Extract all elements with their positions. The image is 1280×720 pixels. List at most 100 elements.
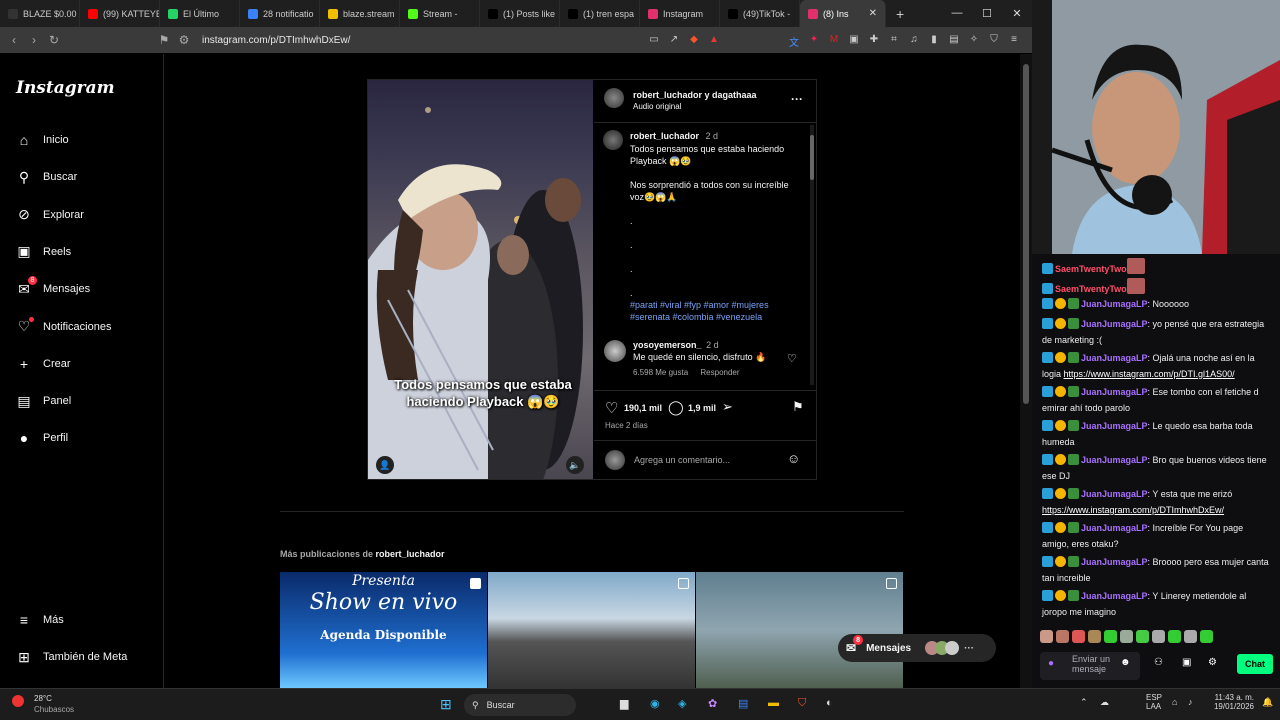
forward-icon[interactable]: › xyxy=(24,33,44,47)
copilot-icon[interactable]: ◈ xyxy=(678,697,686,710)
taskbar-search[interactable]: ⚲ Buscar xyxy=(464,694,576,716)
file-explorer-icon[interactable]: ▆ xyxy=(620,697,628,710)
emote-icon[interactable] xyxy=(1184,630,1197,643)
wallet-icon[interactable]: ▤ xyxy=(945,34,963,46)
chat-username[interactable]: JuanJumagaLP xyxy=(1081,557,1148,567)
extension-box-icon[interactable]: ▣ xyxy=(845,34,863,46)
channel-points-icon[interactable]: ⚇ xyxy=(1154,657,1163,668)
chat-username[interactable]: SaemTwentyTwo xyxy=(1055,264,1127,274)
weather-icon[interactable] xyxy=(12,695,24,707)
comment-input[interactable]: Agrega un comentario... xyxy=(634,455,730,465)
browser-tab[interactable]: Instagram xyxy=(640,0,720,27)
reel-video[interactable]: Todos pensamos que estaba haciendo Playb… xyxy=(368,80,593,479)
screen-cast-icon[interactable]: ▭ xyxy=(645,34,663,46)
extension-code-icon[interactable]: ⌗ xyxy=(885,34,903,46)
emote-icon[interactable] xyxy=(1040,630,1053,643)
brave-shield-icon[interactable]: ◆ xyxy=(685,34,703,46)
emote-icon[interactable] xyxy=(1088,630,1101,643)
app-icon[interactable]: ✿ xyxy=(708,697,717,710)
share-icon[interactable]: ↗ xyxy=(665,34,683,46)
store-icon[interactable]: ▤ xyxy=(738,697,748,710)
instagram-logo[interactable]: Instagram xyxy=(16,78,115,98)
sidebar-item-mensajes[interactable]: ✉ 8 Mensajes xyxy=(16,276,90,297)
volume-icon[interactable]: ♪ xyxy=(1188,697,1193,707)
caption-avatar[interactable] xyxy=(603,130,623,150)
chat-username[interactable]: SaemTwentyTwo xyxy=(1055,284,1127,294)
more-post-thumbnail[interactable] xyxy=(488,572,695,688)
sidebar-item-explorar[interactable]: ⊘ Explorar xyxy=(16,206,84,223)
messages-floating-pill[interactable]: ✉ 8 Mensajes ··· xyxy=(838,634,996,662)
new-tab-button[interactable]: + xyxy=(886,6,914,22)
more-dots-icon[interactable]: ··· xyxy=(964,643,974,654)
emote-icon[interactable] xyxy=(1056,630,1069,643)
brave-browser-icon[interactable]: ⛉ xyxy=(798,697,806,710)
keyboard-lang[interactable]: ESP LAA xyxy=(1146,693,1162,711)
sidebar-item-also-from-meta[interactable]: ⊞ También de Meta xyxy=(16,649,127,665)
chat-username[interactable]: JuanJumagaLP xyxy=(1081,455,1148,465)
sidebar-toggle-icon[interactable]: ▮ xyxy=(925,34,943,46)
tagged-users-icon[interactable]: 👤 xyxy=(376,456,394,474)
scrollbar-thumb[interactable] xyxy=(1023,64,1029,404)
comment-like-icon[interactable]: ♡ xyxy=(787,352,797,365)
close-tab-icon[interactable]: ✕ xyxy=(869,8,877,19)
clock[interactable]: 11:43 a. m. 19/01/2026 xyxy=(1204,693,1254,711)
bookmark-icon[interactable]: ⚑ xyxy=(154,33,174,47)
emote-icon[interactable] xyxy=(1072,630,1085,643)
media-icon[interactable]: ♫ xyxy=(905,34,923,46)
emote-picker-icon[interactable]: ☻ xyxy=(1120,657,1131,668)
chat-username[interactable]: JuanJumagaLP xyxy=(1081,299,1148,309)
more-post-thumbnail[interactable] xyxy=(696,572,903,688)
site-info-icon[interactable]: ⚙ xyxy=(174,33,194,47)
browser-tab[interactable]: blaze.stream xyxy=(320,0,400,27)
reply-button[interactable]: Responder xyxy=(700,368,739,377)
emote-icon[interactable] xyxy=(1152,630,1165,643)
chat-send-button[interactable]: Chat xyxy=(1237,654,1273,674)
chat-username[interactable]: JuanJumagaLP xyxy=(1081,489,1148,499)
weather-temp[interactable]: 28°C xyxy=(34,694,52,703)
emote-icon[interactable] xyxy=(1168,630,1181,643)
close-window-icon[interactable]: ✕ xyxy=(1002,7,1032,20)
browser-tab[interactable]: BLAZE $0.00 xyxy=(0,0,80,27)
sidebar-item-reels[interactable]: ▣ Reels xyxy=(16,243,71,260)
emoji-icon[interactable]: ☺ xyxy=(787,451,800,466)
browser-tab[interactable]: Stream - xyxy=(400,0,480,27)
emote-icon[interactable] xyxy=(1136,630,1149,643)
chat-link[interactable]: https://www.instagram.com/p/DTI.gl1AS00/ xyxy=(1064,369,1235,379)
author-avatar[interactable] xyxy=(604,88,624,108)
reload-icon[interactable]: ↻ xyxy=(44,33,64,47)
chat-username[interactable]: JuanJumagaLP xyxy=(1081,591,1148,601)
chat-username[interactable]: JuanJumagaLP xyxy=(1081,523,1148,533)
hashtags-line-1[interactable]: #parati #viral #fyp #amor #mujeres xyxy=(630,299,769,311)
chat-username[interactable]: JuanJumagaLP xyxy=(1081,421,1148,431)
chat-settings-icon[interactable]: ⚙ xyxy=(1208,657,1217,668)
share-icon[interactable]: ➢ xyxy=(722,399,733,415)
translate-icon[interactable]: 文 xyxy=(785,34,803,49)
page-scrollbar[interactable] xyxy=(1020,54,1032,688)
url-field[interactable]: instagram.com/p/DTImhwhDxEw/ xyxy=(202,35,350,46)
browser-tab[interactable]: 28 notificatio xyxy=(240,0,320,27)
extension-fox-icon[interactable]: ✦ xyxy=(805,34,823,46)
details-scrollbar[interactable] xyxy=(810,125,814,385)
chat-username[interactable]: JuanJumagaLP xyxy=(1081,353,1148,363)
more-posts-user[interactable]: robert_luchador xyxy=(376,549,445,559)
leo-ai-icon[interactable]: ✧ xyxy=(965,34,983,46)
browser-tab[interactable]: (49)TikTok - xyxy=(720,0,800,27)
hashtags-line-2[interactable]: #serenata #colombia #venezuela xyxy=(630,311,762,323)
mic-icon[interactable]: ● xyxy=(1048,658,1054,669)
tray-cloud-icon[interactable]: ☁ xyxy=(1100,697,1109,708)
comment-icon[interactable]: ◯ xyxy=(668,399,684,416)
extensions-puzzle-icon[interactable]: ✚ xyxy=(865,34,883,46)
sidebar-item-notificaciones[interactable]: ♡ Notificaciones xyxy=(16,316,111,335)
maximize-icon[interactable]: ☐ xyxy=(972,7,1002,20)
more-options-icon[interactable]: ··· xyxy=(791,92,803,106)
comment-count[interactable]: 1,9 mil xyxy=(688,403,716,413)
chat-link[interactable]: https://www.instagram.com/p/DTImhwhDxEw/ xyxy=(1042,505,1224,515)
obs-icon[interactable]: ◐ xyxy=(826,697,833,709)
brave-rewards-icon[interactable]: ▲ xyxy=(705,34,723,46)
comment-likes[interactable]: 6.598 Me gusta xyxy=(633,368,688,377)
browser-tab[interactable]: (1) tren espa xyxy=(560,0,640,27)
network-icon[interactable]: ⌂ xyxy=(1172,697,1177,707)
chat-username[interactable]: JuanJumagaLP xyxy=(1081,319,1148,329)
browser-tab[interactable]: El Último xyxy=(160,0,240,27)
gift-icon[interactable]: ▣ xyxy=(1182,657,1191,668)
